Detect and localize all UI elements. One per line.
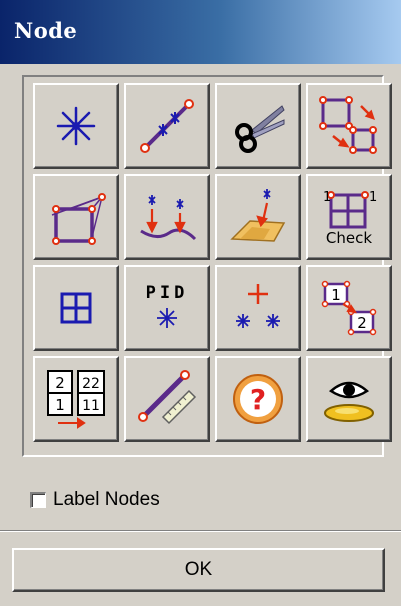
help-question-mark: ? <box>250 383 266 416</box>
project-to-curve-icon <box>140 195 197 241</box>
renumber-from-label: 1 <box>331 286 341 304</box>
offset-numbers-button[interactable]: 2 22 1 11 <box>33 356 119 442</box>
scissors-icon <box>235 105 285 153</box>
nodes-between-button[interactable] <box>124 83 210 169</box>
check-nodes-button[interactable]: 1 1 Check <box>306 174 392 260</box>
pid-label: PID <box>146 283 189 303</box>
label-nodes-option[interactable]: Label Nodes <box>30 487 160 513</box>
tool-panel: 1 1 Check PID 1 2 2 22 1 11 ? <box>22 75 392 457</box>
label-nodes-label: Label Nodes <box>53 489 160 510</box>
check-label: Check <box>326 229 372 247</box>
four-panel-grid-icon <box>60 292 92 324</box>
check-corner-label: 1 <box>323 190 331 205</box>
copy-nodes-button[interactable] <box>306 83 392 169</box>
renumber-nodes-button[interactable]: 1 2 <box>306 265 392 351</box>
eye-view-icon <box>324 381 374 422</box>
project-to-surface-icon <box>230 189 286 242</box>
measure-distance-button[interactable] <box>124 356 210 442</box>
measure-ruler-icon <box>138 370 197 425</box>
ok-button[interactable]: OK <box>12 548 385 592</box>
pid-nodes-button[interactable]: PID <box>124 265 210 351</box>
title-bar[interactable]: Node <box>0 0 401 64</box>
project-curve-button[interactable] <box>124 174 210 260</box>
window-title: Node <box>14 18 78 43</box>
check-grid-icon: 1 1 Check <box>323 190 377 247</box>
asterisk-node-icon <box>56 106 96 146</box>
node-cluster-button[interactable] <box>215 265 301 351</box>
view-nodes-button[interactable] <box>306 356 392 442</box>
project-surface-button[interactable] <box>215 174 301 260</box>
create-node-button[interactable] <box>33 83 119 169</box>
renumber-to-label: 2 <box>357 314 367 332</box>
project-square-button[interactable] <box>33 174 119 260</box>
tool-grid: 1 1 Check PID 1 2 2 22 1 11 ? <box>33 83 392 442</box>
label-nodes-checkbox[interactable] <box>30 492 46 508</box>
projected-square-icon <box>51 193 106 245</box>
check-corner-label: 1 <box>369 190 377 205</box>
help-button[interactable]: ? <box>215 356 301 442</box>
offset-cell: 1 <box>55 396 65 414</box>
help-question-icon: ? <box>233 374 283 424</box>
nodes-on-line-icon <box>140 99 194 153</box>
offset-cell: 22 <box>82 376 100 392</box>
delete-nodes-button[interactable] <box>215 83 301 169</box>
pid-node-icon: PID <box>146 283 189 328</box>
node-grid-button[interactable] <box>33 265 119 351</box>
divider <box>0 530 401 532</box>
copy-nodes-icon <box>319 96 377 154</box>
offset-cell: 11 <box>82 398 100 414</box>
node-cluster-icon <box>236 284 280 328</box>
number-offset-icon: 2 22 1 11 <box>47 370 105 429</box>
offset-cell: 2 <box>55 374 65 392</box>
renumber-nodes-icon: 1 2 <box>321 280 377 336</box>
